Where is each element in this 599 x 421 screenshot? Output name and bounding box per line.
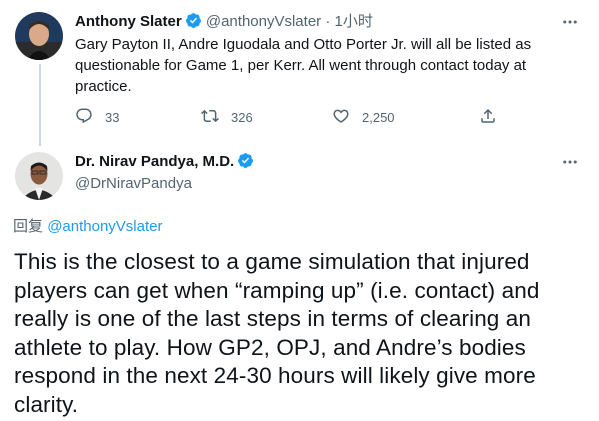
verified-badge-icon	[237, 152, 254, 175]
replying-to-mention[interactable]: @anthonyVslater	[47, 218, 162, 235]
parent-tweet-header: Anthony Slater @anthonyVslater · 1小时	[75, 12, 373, 35]
retweet-count: 326	[231, 109, 253, 125]
replying-prefix: 回复	[13, 218, 44, 235]
author-name[interactable]: Dr. Nirav Pandya, M.D.	[75, 153, 234, 170]
main-tweet: Dr. Nirav Pandya, M.D. @DrNiravPandya 回复…	[0, 140, 599, 421]
reply-count: 33	[105, 109, 120, 125]
avatar-nirav-pandya[interactable]	[15, 152, 63, 200]
like-icon	[332, 107, 350, 128]
avatar-anthony-slater[interactable]	[15, 12, 63, 60]
tweet-timestamp[interactable]: 1小时	[335, 13, 373, 30]
like-count: 2,250	[362, 109, 395, 125]
more-icon[interactable]	[561, 13, 579, 31]
share-button[interactable]	[479, 106, 497, 128]
retweet-button[interactable]: 326	[201, 106, 253, 128]
retweet-icon	[201, 107, 219, 128]
replying-to-line: 回复 @anthonyVslater	[13, 215, 162, 236]
reply-icon	[75, 107, 93, 128]
reply-button[interactable]: 33	[75, 106, 119, 128]
share-icon	[479, 107, 497, 128]
main-author-header: Dr. Nirav Pandya, M.D.	[75, 152, 254, 175]
author-handle[interactable]: @anthonyVslater	[206, 13, 321, 30]
author-name[interactable]: Anthony Slater	[75, 13, 182, 30]
time-separator: ·	[325, 13, 331, 30]
parent-tweet-text: Gary Payton II, Andre Iguodala and Otto …	[75, 36, 532, 95]
main-tweet-text: This is the closest to a game simulation…	[14, 249, 540, 417]
like-button[interactable]: 2,250	[332, 106, 395, 128]
parent-tweet[interactable]: Anthony Slater @anthonyVslater · 1小时 Gar…	[0, 0, 599, 146]
more-icon[interactable]	[561, 153, 579, 171]
verified-badge-icon	[185, 12, 202, 35]
tweet-actions-bar: 33 326 2,250	[75, 106, 505, 128]
thread-connector-line	[39, 64, 41, 146]
author-handle[interactable]: @DrNiravPandya	[75, 174, 192, 194]
